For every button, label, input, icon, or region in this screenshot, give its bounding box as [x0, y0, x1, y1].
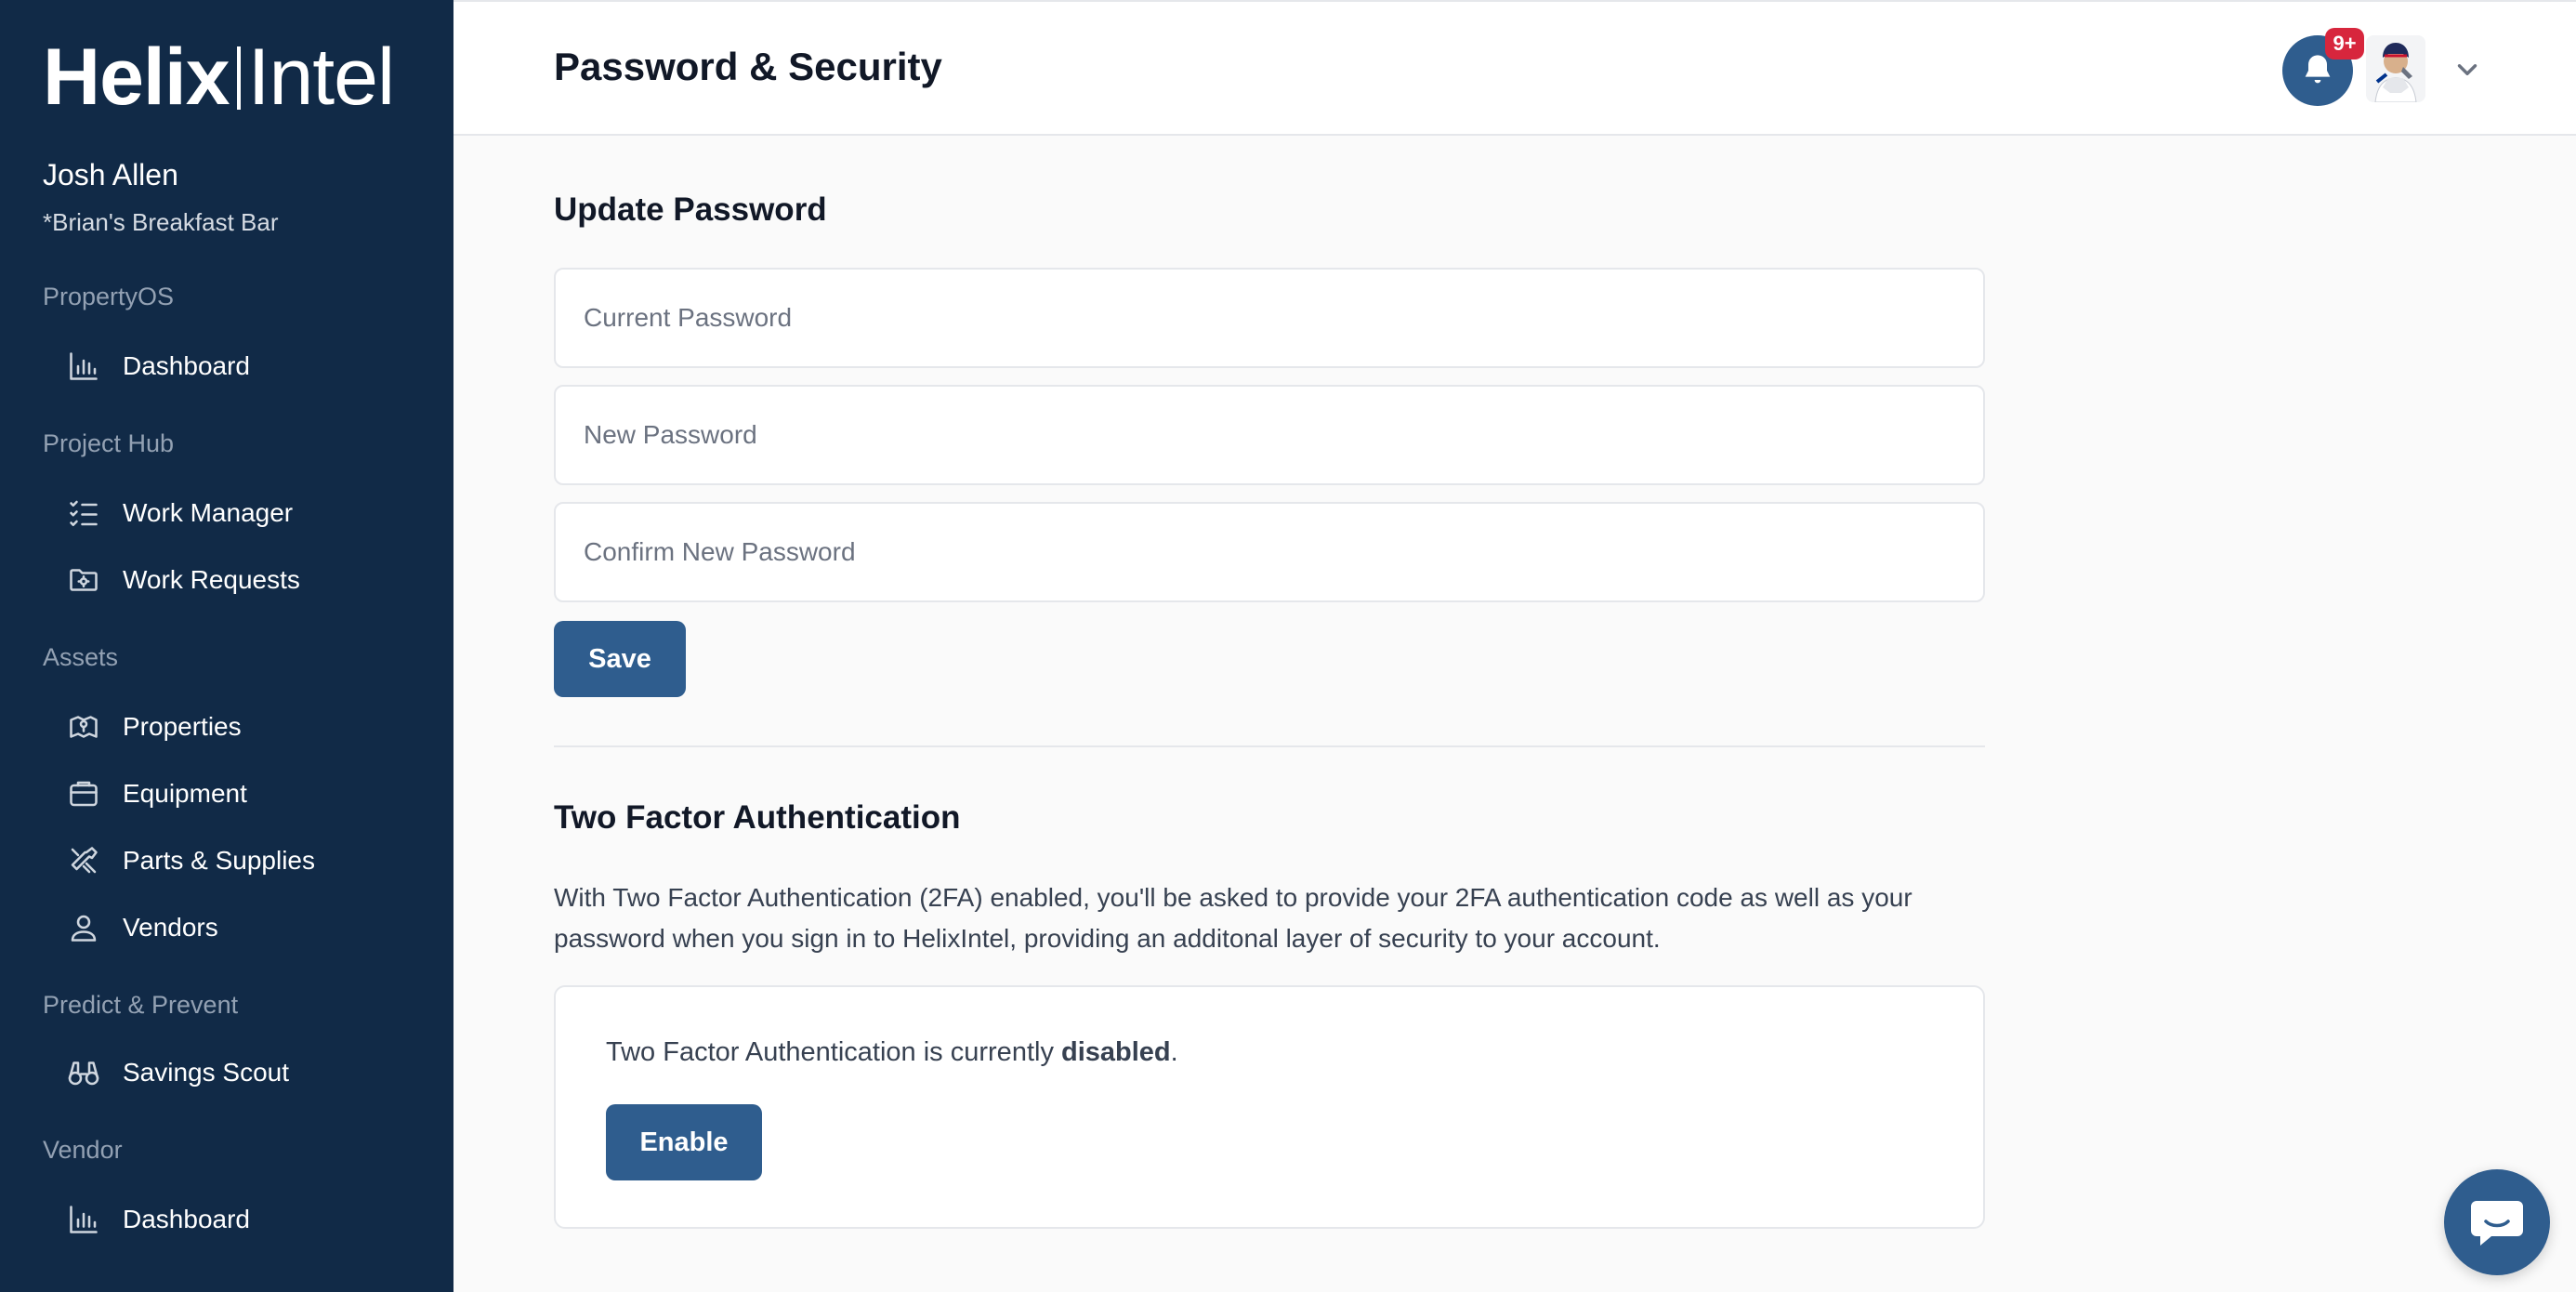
page-title: Password & Security: [554, 45, 942, 88]
account-menu-toggle[interactable]: [2451, 54, 2483, 86]
logo-text-intel: Intel: [247, 33, 396, 122]
sidebar-item-label: Equipment: [123, 779, 247, 808]
notification-count-badge: 9+: [2325, 28, 2364, 59]
sidebar-item-label: Work Requests: [123, 565, 300, 594]
section-title-predict-prevent: Predict & Prevent: [43, 991, 239, 1019]
enable-2fa-button[interactable]: Enable: [606, 1104, 762, 1180]
top-header: Password & Security 9+: [453, 0, 2576, 136]
user-photo: [2366, 35, 2425, 102]
sidebar-item-label: Savings Scout: [123, 1058, 289, 1087]
sidebar-item-label: Dashboard: [123, 351, 250, 380]
status-value: disabled: [1061, 1037, 1171, 1067]
sidebar-item-vendor-dashboard[interactable]: Dashboard: [65, 1199, 250, 1240]
update-password-heading: Update Password: [554, 191, 827, 228]
box-icon: [65, 775, 102, 812]
sidebar-item-work-manager[interactable]: Work Manager: [65, 493, 293, 534]
chat-icon: [2471, 1201, 2523, 1246]
status-prefix: Two Factor Authentication is currently: [606, 1037, 1061, 1067]
checklist-icon: [65, 494, 102, 532]
tools-icon: [65, 842, 102, 879]
user-name: Josh Allen: [43, 158, 178, 191]
sidebar-item-properties[interactable]: Properties: [65, 706, 242, 747]
status-suffix: .: [1170, 1037, 1178, 1067]
helixintel-logo[interactable]: Helix Intel: [43, 37, 395, 117]
new-password-field[interactable]: [554, 385, 1985, 485]
bar-chart-icon: [65, 1201, 102, 1238]
chevron-down-icon: [2457, 64, 2477, 75]
two-factor-heading: Two Factor Authentication: [554, 799, 961, 836]
two-factor-status-text: Two Factor Authentication is currently d…: [606, 1037, 1178, 1068]
section-title-vendor: Vendor: [43, 1136, 123, 1164]
folder-gear-icon: [65, 561, 102, 599]
organization-name: *Brian's Breakfast Bar: [43, 208, 279, 236]
sidebar-item-parts-supplies[interactable]: Parts & Supplies: [65, 840, 315, 881]
logo-text-helix: Helix: [43, 33, 230, 122]
section-divider: [554, 745, 1985, 747]
confirm-password-field[interactable]: [554, 502, 1985, 602]
binoculars-icon: [65, 1054, 102, 1091]
sidebar: Helix Intel Josh Allen *Brian's Breakfast…: [0, 0, 453, 1292]
section-title-project-hub: Project Hub: [43, 429, 175, 457]
sidebar-item-equipment[interactable]: Equipment: [65, 773, 247, 814]
sidebar-item-dashboard[interactable]: Dashboard: [65, 346, 250, 387]
two-factor-description: With Two Factor Authentication (2FA) ena…: [554, 883, 1912, 953]
map-pin-icon: [65, 708, 102, 745]
sidebar-item-label: Work Manager: [123, 498, 294, 527]
main-content: Update Password Save Two Factor Authenti…: [453, 136, 2576, 1292]
sidebar-item-label: Parts & Supplies: [123, 846, 315, 875]
logo-divider: [236, 46, 241, 110]
sidebar-item-label: Properties: [123, 712, 242, 741]
save-button[interactable]: Save: [554, 621, 686, 697]
chat-launcher-button[interactable]: [2444, 1169, 2550, 1275]
avatar[interactable]: [2366, 35, 2425, 102]
bar-chart-icon: [65, 348, 102, 385]
section-title-assets: Assets: [43, 643, 119, 671]
sidebar-item-work-requests[interactable]: Work Requests: [65, 560, 300, 600]
person-icon: [65, 909, 102, 946]
two-factor-status-card: Two Factor Authentication is currently d…: [554, 985, 1985, 1229]
sidebar-item-label: Dashboard: [123, 1205, 250, 1233]
current-password-field[interactable]: [554, 268, 1985, 368]
section-title-propertyos: PropertyOS: [43, 283, 175, 310]
sidebar-item-savings-scout[interactable]: Savings Scout: [65, 1052, 289, 1093]
sidebar-item-label: Vendors: [123, 913, 218, 942]
sidebar-item-vendors[interactable]: Vendors: [65, 907, 218, 948]
